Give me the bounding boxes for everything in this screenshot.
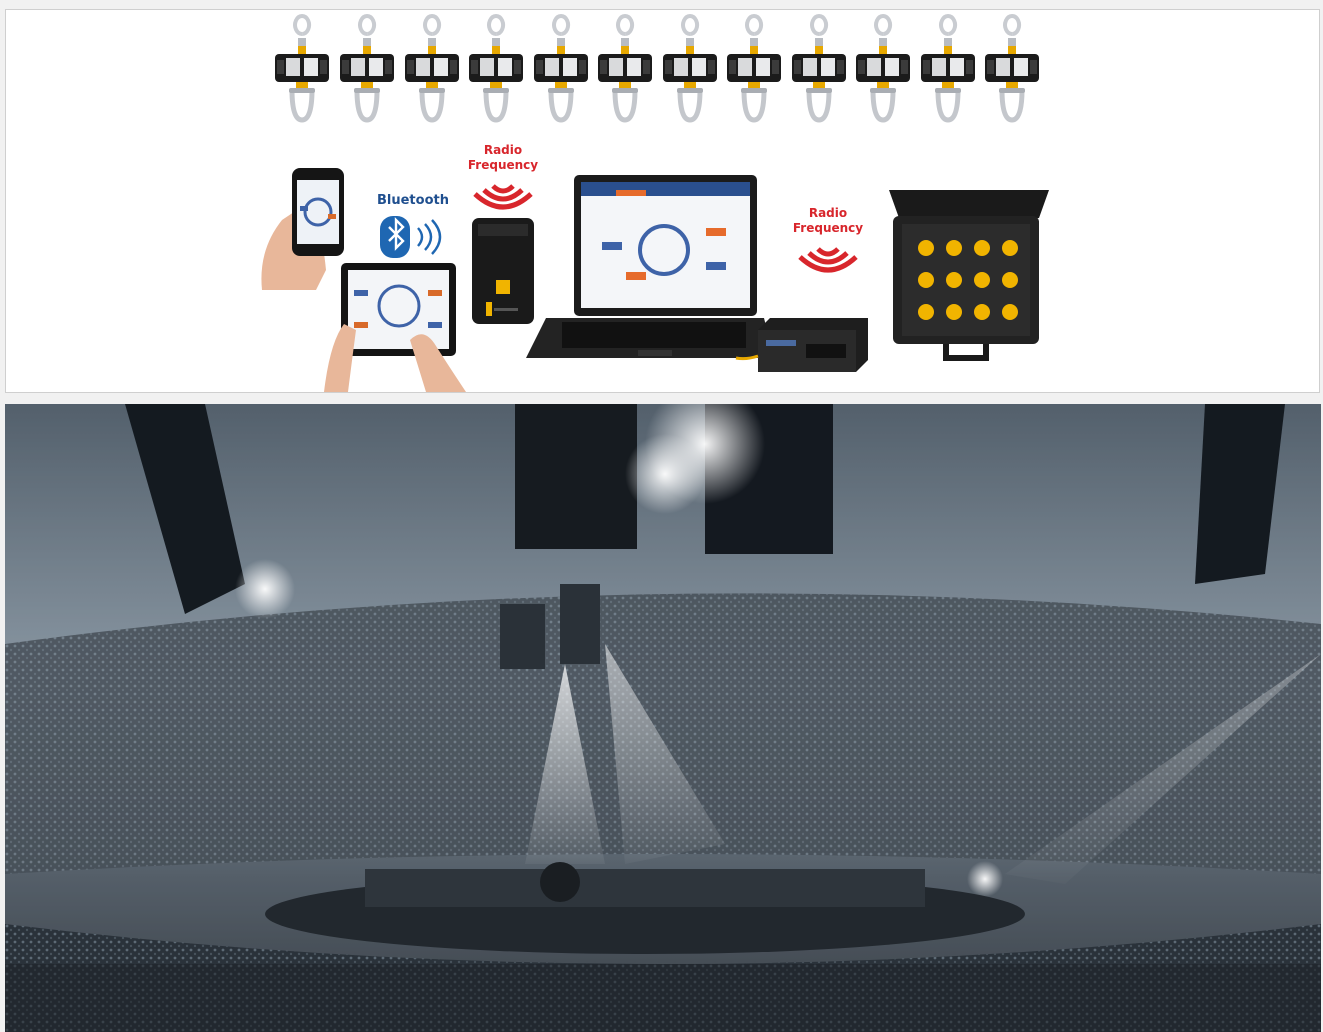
crane-scale-icon (598, 16, 652, 120)
bluetooth-label: Bluetooth (377, 193, 449, 208)
concert-arena-photo (5, 404, 1321, 1032)
rf-label-2-line1: Radio (809, 206, 847, 220)
concert-photo-illustration (5, 404, 1321, 1032)
rf-label-1-line1: Radio (484, 143, 522, 157)
system-diagram: Bluetooth Radio Frequency Radio Frequenc… (261, 10, 1049, 392)
crane-scale-icon (856, 16, 910, 120)
system-diagram-panel: Bluetooth Radio Frequency Radio Frequenc… (5, 9, 1320, 393)
rf-waves-icon (473, 184, 533, 210)
crane-scale-icon (985, 16, 1039, 120)
bluetooth-icon (380, 216, 442, 258)
tablet-icon (324, 263, 466, 392)
crane-scale-icon (275, 16, 329, 120)
crane-scale-icon (469, 16, 523, 120)
crane-scale-row (275, 16, 1039, 120)
rf-label-2-line2: Frequency (793, 221, 863, 235)
rf-remote-icon (472, 218, 534, 324)
crane-scale-icon (340, 16, 394, 120)
rf-label-1-line2: Frequency (468, 158, 538, 172)
smartphone-icon (261, 168, 344, 290)
crane-scale-icon (663, 16, 717, 120)
crane-scale-icon (921, 16, 975, 120)
crane-scale-icon (727, 16, 781, 120)
crane-scale-icon (405, 16, 459, 120)
carry-case-icon (889, 190, 1049, 361)
crane-scale-icon (792, 16, 846, 120)
rf-waves-icon (798, 247, 858, 273)
laptop-icon (526, 175, 774, 358)
crane-scale-icon (534, 16, 588, 120)
